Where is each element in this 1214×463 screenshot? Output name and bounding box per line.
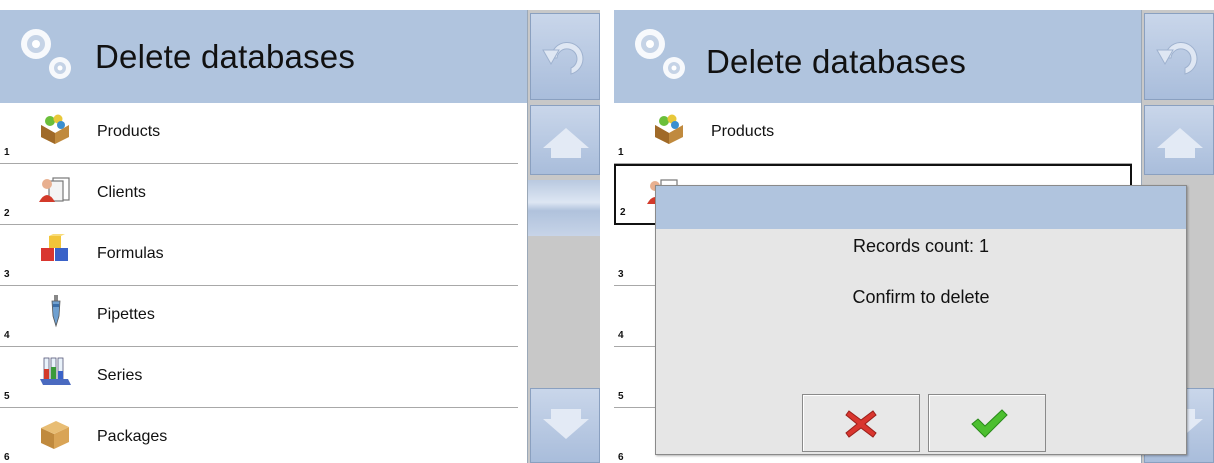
scrollbar-thumb[interactable]	[528, 180, 600, 236]
series-tubes-icon	[40, 357, 71, 385]
confirm-button[interactable]	[928, 394, 1046, 452]
undo-arrow-icon	[1156, 42, 1198, 75]
item-label: Clients	[97, 184, 146, 201]
item-label: Products	[711, 123, 775, 140]
item-number: 1	[4, 147, 10, 158]
products-box-icon	[41, 114, 69, 144]
red-x-icon	[845, 410, 877, 438]
scroll-up-button[interactable]	[530, 105, 600, 175]
item-label: Products	[97, 123, 161, 140]
item-number: 3	[618, 269, 624, 280]
list-item-pipettes[interactable]: Pipettes 4	[0, 286, 518, 347]
page-title: Delete databases	[95, 38, 356, 75]
package-box-icon	[41, 421, 69, 449]
scroll-up-button[interactable]	[1144, 105, 1214, 175]
page-title: Delete databases	[706, 43, 967, 80]
list-item-products[interactable]: Products 1	[0, 103, 518, 164]
screen-header: Delete databases	[614, 10, 1141, 103]
item-number: 2	[620, 207, 626, 218]
up-arrow-icon	[543, 128, 589, 158]
database-list: Products 1 Clients 2 Formulas 3 Pipettes…	[0, 103, 527, 463]
back-button[interactable]	[1144, 13, 1214, 100]
item-number: 5	[618, 391, 624, 402]
side-toolbar	[527, 10, 600, 463]
list-item-formulas[interactable]: Formulas 3	[0, 225, 518, 286]
item-number: 6	[618, 452, 624, 463]
up-arrow-icon	[1157, 128, 1203, 158]
pipette-icon	[51, 295, 61, 328]
list-item-series[interactable]: Series 5	[0, 347, 518, 408]
item-label: Pipettes	[97, 306, 155, 323]
item-label: Packages	[97, 428, 168, 445]
item-number: 4	[618, 330, 624, 341]
gears-icon	[635, 29, 685, 79]
item-number: 3	[4, 269, 10, 280]
item-number: 4	[4, 330, 10, 341]
records-count-text: Records count: 1	[852, 236, 990, 256]
item-number: 6	[4, 452, 10, 463]
clients-icon	[39, 177, 70, 202]
list-item-clients[interactable]: Clients 2	[0, 164, 518, 225]
item-label: Formulas	[97, 245, 164, 262]
gears-icon	[21, 29, 71, 79]
products-box-icon	[655, 114, 683, 144]
item-number: 2	[4, 208, 10, 219]
confirm-delete-dialog: Records count: 1 Confirm to delete	[655, 185, 1187, 455]
confirm-message: Confirm to delete	[852, 287, 990, 307]
screen-header: Delete databases	[0, 10, 527, 103]
list-item-products[interactable]: Products 1	[614, 103, 1132, 164]
green-check-icon	[971, 409, 1008, 438]
down-arrow-icon	[543, 409, 589, 439]
dialog-header	[656, 186, 1186, 229]
cancel-button[interactable]	[802, 394, 920, 452]
item-label: Series	[97, 367, 143, 384]
scroll-down-button[interactable]	[530, 388, 600, 463]
formulas-cubes-icon	[41, 234, 68, 261]
item-number: 5	[4, 391, 10, 402]
list-item-packages[interactable]: Packages 6	[0, 408, 518, 463]
left-screen: Delete databases Products 1 Clients 2 Fo…	[0, 0, 600, 463]
item-number: 1	[618, 147, 624, 158]
back-button[interactable]	[530, 13, 600, 100]
undo-arrow-icon	[542, 42, 584, 75]
